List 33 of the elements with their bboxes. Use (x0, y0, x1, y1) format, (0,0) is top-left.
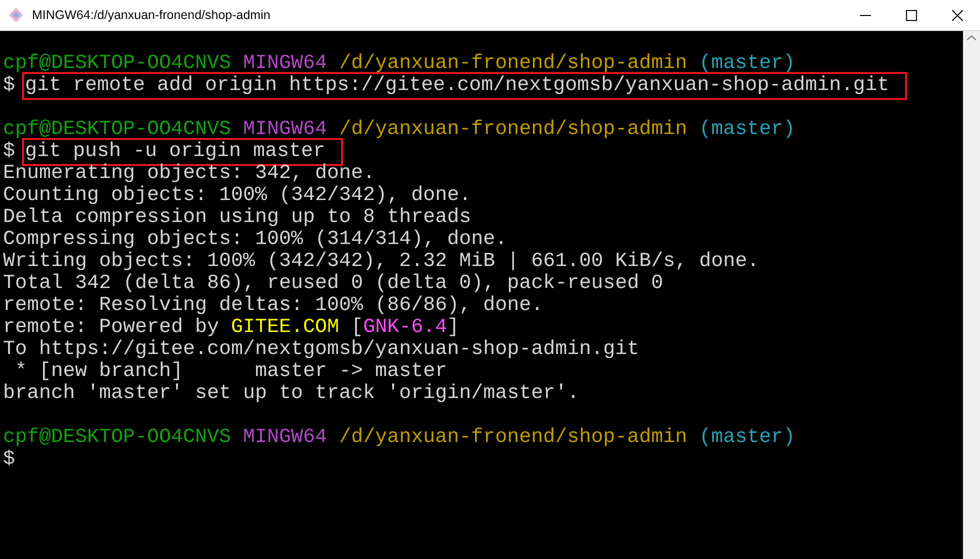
output-text: Enumerating objects: 342, done. (3, 163, 376, 185)
prompt-text: cpf@DESKTOP-OO4CNVS (3, 119, 232, 141)
output-text: remote: Resolving deltas: 100% (86/86), done. (3, 295, 544, 317)
prompt-text: cpf@DESKTOP-OO4CNVS (3, 53, 232, 75)
output-text: remote: Powered by (3, 317, 220, 339)
output-text: Total 342 (delta 86), reused 0 (delta 0), pack-reused 0 (3, 273, 664, 295)
window-title: MINGW64:/d/yanxuan-fronend/shop-admin (32, 8, 272, 22)
prompt-text: (master) (699, 119, 796, 141)
prompt-text: /d/yanxuan-fronend/shop-admin (339, 119, 688, 141)
prompt-text: MINGW64 (243, 119, 328, 141)
output-text: GNK-6.4 (363, 317, 448, 339)
output-text: Compressing objects: 100% (314/314), done. (3, 229, 508, 251)
output-text: Writing objects: 100% (342/342), 2.32 MiB | 661.00 KiB/s, done. (3, 251, 760, 273)
output-text: ] (447, 317, 460, 339)
prompt-text: /d/yanxuan-fronend/shop-admin (339, 427, 688, 449)
prompt-symbol: $ (3, 141, 16, 163)
command-text: git remote add origin https://gitee.com/nextgomsb/yanxuan-shop-admin.git (22, 72, 908, 100)
scrollbar[interactable] (963, 31, 980, 559)
output-text: GITEE.COM (231, 317, 340, 339)
prompt-text: MINGW64 (243, 53, 328, 75)
prompt-text: /d/yanxuan-fronend/shop-admin (339, 53, 688, 75)
prompt-symbol: $ (3, 449, 16, 471)
output-text: To https://gitee.com/nextgomsb/yanxuan-shop-admin.git (3, 339, 640, 361)
output-text: Counting objects: 100% (342/342), done. (3, 185, 472, 207)
output-text: * [new branch] master -> master (14, 361, 448, 383)
output-text: branch 'master' set up to track 'origin/master'. (3, 383, 580, 405)
prompt-symbol: $ (3, 75, 16, 97)
prompt-text: cpf@DESKTOP-OO4CNVS (3, 427, 232, 449)
output-text: Delta compression using up to 8 threads (3, 207, 472, 229)
prompt-text: (master) (699, 53, 796, 75)
output-text: [ (350, 317, 364, 339)
prompt-text: (master) (699, 427, 796, 449)
prompt-text: MINGW64 (243, 427, 328, 449)
